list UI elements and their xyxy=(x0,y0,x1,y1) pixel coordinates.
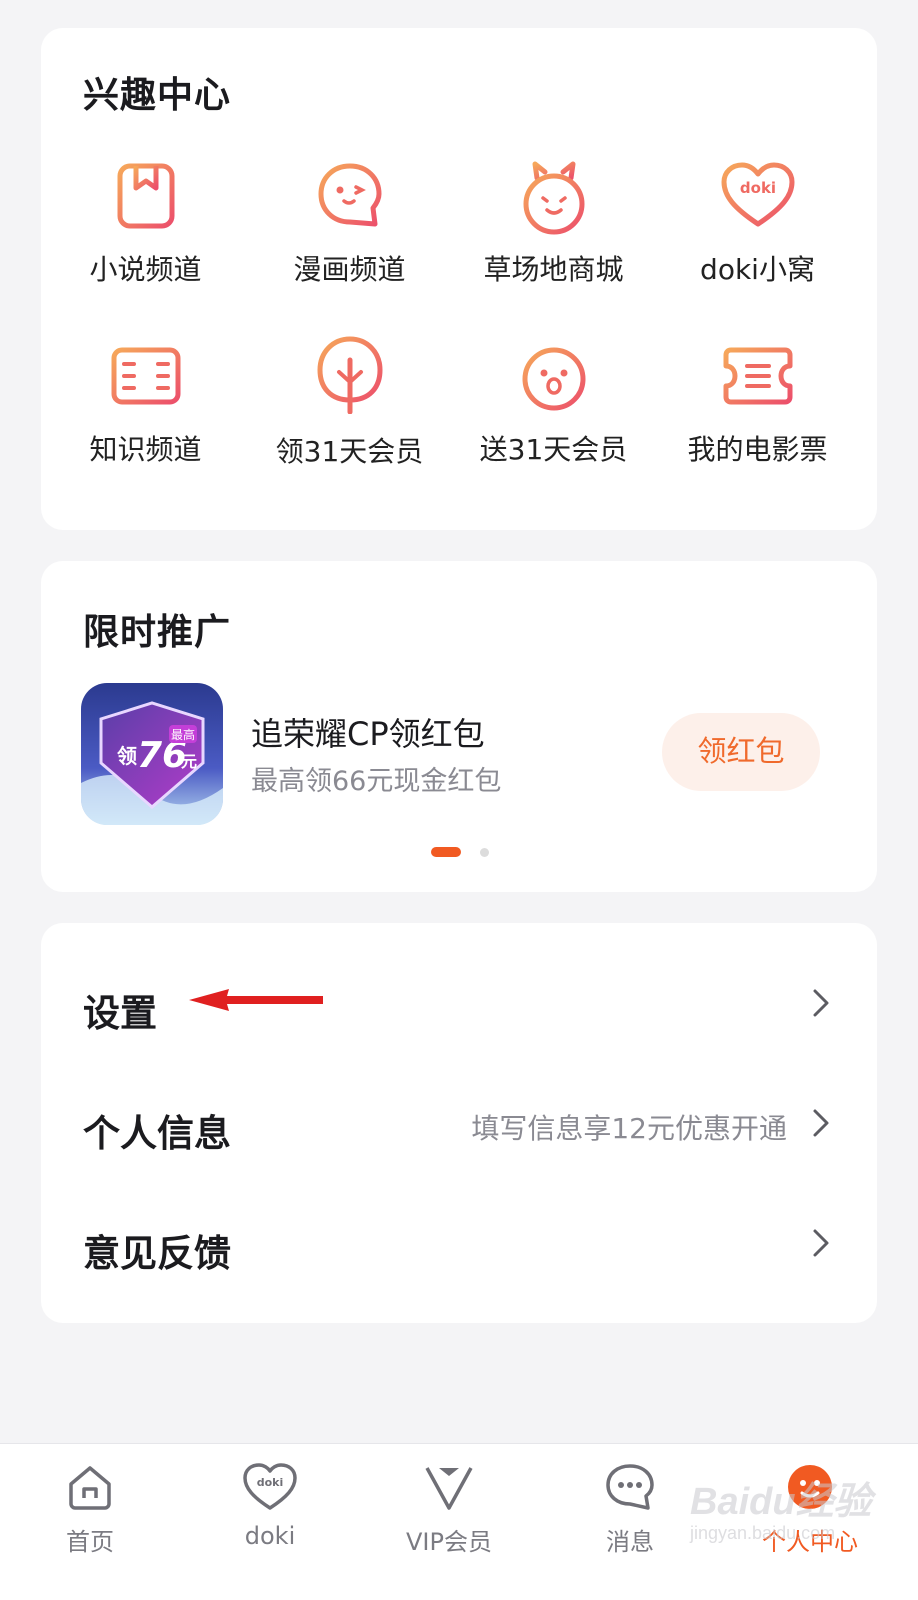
interest-center-card: 兴趣中心 小说频道 漫画频道 草场地商城 doki doki小窝 知识频道 领3… xyxy=(41,28,877,530)
doki-icon: doki xyxy=(243,1463,297,1510)
open-book-icon xyxy=(111,347,180,405)
nav-label: 首页 xyxy=(66,1528,114,1556)
settings-row[interactable]: 设置 xyxy=(41,943,877,1063)
nav-vip[interactable]: VIP会员 xyxy=(389,1462,509,1557)
tree-icon xyxy=(316,336,383,414)
alpaca-icon xyxy=(523,161,584,235)
personal-info-row[interactable]: 个人信息 填写信息享12元优惠开通 xyxy=(41,1063,877,1183)
grid-item-get-vip[interactable]: 领31天会员 xyxy=(245,334,454,494)
book-icon xyxy=(117,163,174,229)
grid-item-comic[interactable]: 漫画频道 xyxy=(245,160,454,320)
grid-label: doki小窝 xyxy=(700,253,815,286)
settings-label: 设置 xyxy=(83,992,157,1035)
svg-text:元: 元 xyxy=(181,752,197,771)
nav-label: 消息 xyxy=(606,1528,654,1556)
carousel-dot-active[interactable] xyxy=(431,847,461,857)
grid-label: 送31天会员 xyxy=(479,433,628,466)
grid-item-mall[interactable]: 草场地商城 xyxy=(449,160,658,320)
doki-heart-icon: doki xyxy=(721,162,794,227)
nav-label: VIP会员 xyxy=(406,1528,492,1556)
nav-label: doki xyxy=(244,1522,296,1550)
grid-label: 小说频道 xyxy=(89,253,202,286)
nav-messages[interactable]: 消息 xyxy=(570,1462,690,1557)
red-arrow-annotation-icon xyxy=(189,989,323,1011)
carousel-indicator xyxy=(41,847,877,859)
grid-item-movie-ticket[interactable]: 我的电影票 xyxy=(653,344,862,504)
grid-label: 漫画频道 xyxy=(293,253,406,286)
chevron-right-icon xyxy=(813,1109,829,1137)
carousel-dot[interactable] xyxy=(480,848,489,857)
grid-label: 草场地商城 xyxy=(483,253,624,286)
watermark-url: jingyan.baidu.com xyxy=(690,1523,836,1543)
settings-list-card: 设置 个人信息 填写信息享12元优惠开通 意见反馈 xyxy=(41,923,877,1323)
red-packet-banner-icon: 领 76 元 最高 xyxy=(81,683,223,825)
promo-item-subtitle: 最高领66元现金红包 xyxy=(251,766,502,797)
chevron-right-icon xyxy=(813,1229,829,1257)
nav-home[interactable]: 首页 xyxy=(30,1462,150,1557)
grid-label: 领31天会员 xyxy=(275,435,424,468)
grid-item-knowledge[interactable]: 知识频道 xyxy=(41,344,250,504)
feedback-label: 意见反馈 xyxy=(83,1232,231,1275)
vip-icon xyxy=(425,1467,473,1510)
watermark-logo: Baidu经验 xyxy=(690,1481,872,1523)
promo-item-title: 追荣耀CP领红包 xyxy=(251,715,485,753)
personal-info-hint: 填写信息享12元优惠开通 xyxy=(471,1112,787,1145)
feedback-row[interactable]: 意见反馈 xyxy=(41,1183,877,1303)
svg-text:领: 领 xyxy=(117,744,137,768)
svg-text:最高: 最高 xyxy=(171,727,195,742)
home-icon xyxy=(69,1466,111,1510)
nav-doki[interactable]: doki doki xyxy=(210,1462,330,1550)
personal-info-label: 个人信息 xyxy=(83,1112,231,1155)
svg-text:doki: doki xyxy=(257,1476,284,1489)
claim-red-packet-button[interactable]: 领红包 xyxy=(662,713,820,791)
grid-item-novel[interactable]: 小说频道 xyxy=(41,160,250,320)
doki-icon-text: doki xyxy=(739,179,775,197)
grid-item-doki[interactable]: doki doki小窝 xyxy=(653,160,862,320)
promotion-title: 限时推广 xyxy=(83,612,232,653)
face-icon xyxy=(522,347,585,411)
chevron-right-icon xyxy=(813,989,829,1017)
grid-label: 知识频道 xyxy=(89,433,202,466)
comic-bubble-icon xyxy=(318,163,381,227)
promotion-card: 限时推广 领 76 元 最高 追荣耀CP领红包 最高领66元现金红包 领红包 xyxy=(41,561,877,892)
interest-center-title: 兴趣中心 xyxy=(83,75,232,116)
promo-image[interactable]: 领 76 元 最高 xyxy=(81,683,223,825)
grid-label: 我的电影票 xyxy=(687,433,828,466)
ticket-icon xyxy=(723,347,792,405)
grid-item-give-vip[interactable]: 送31天会员 xyxy=(449,344,658,504)
message-icon xyxy=(606,1464,654,1510)
